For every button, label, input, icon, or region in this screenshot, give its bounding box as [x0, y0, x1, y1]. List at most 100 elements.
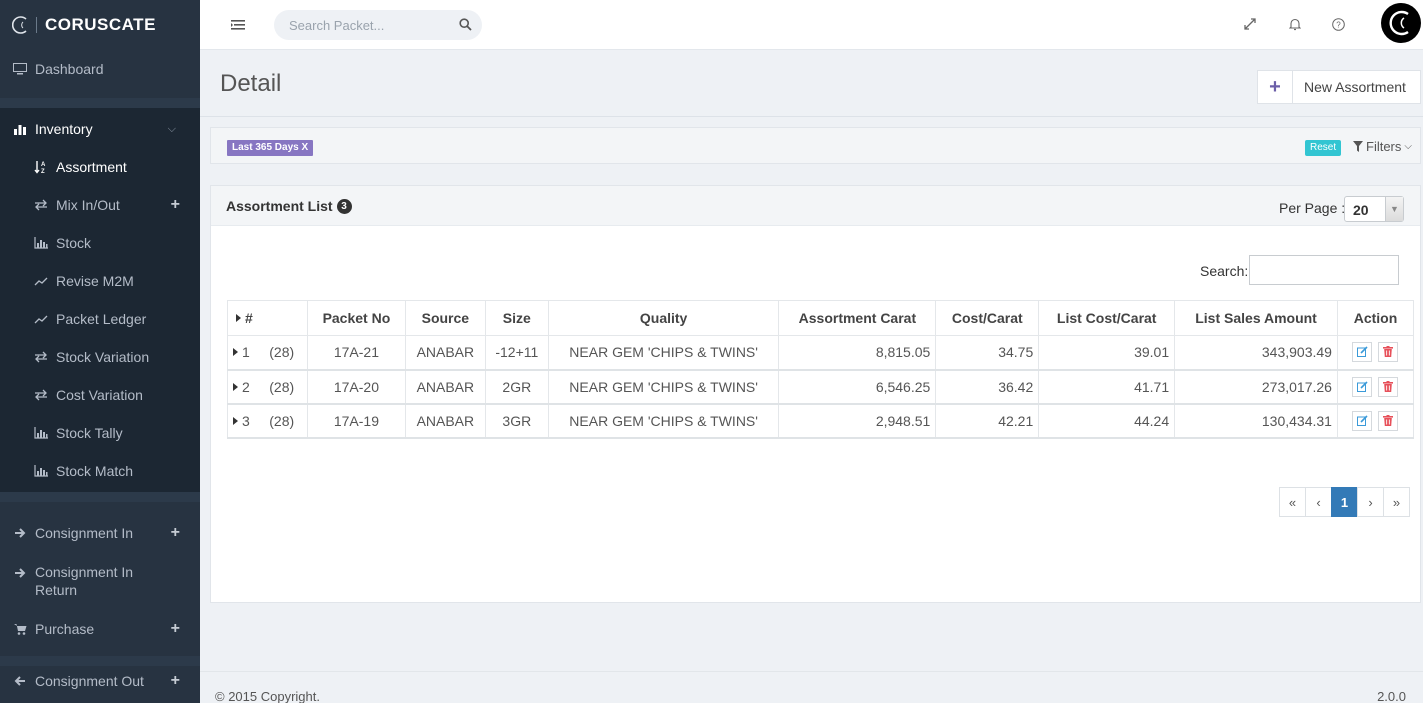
assortment-carat-cell: 8,815.05 — [778, 335, 937, 371]
column-header[interactable]: # — [227, 300, 308, 336]
list-sales-amount-cell: 343,903.49 — [1174, 335, 1338, 371]
sidebar-item-consignment-out[interactable]: Consignment Out + — [0, 670, 200, 692]
search-packet — [274, 10, 482, 40]
table-header-row: # Packet No Source Size Quality Assortment Ca… — [227, 300, 1415, 336]
column-header[interactable]: List Sales Amount — [1174, 300, 1338, 336]
sidebar-item-assortment[interactable]: A Z Assortment — [0, 156, 200, 178]
row-index-cell[interactable]: 3 (28) — [227, 403, 308, 439]
page-1-button[interactable]: 1 — [1331, 487, 1358, 517]
column-header[interactable]: Source — [404, 300, 486, 336]
sidebar-item-label: Assortment — [56, 159, 127, 175]
sidebar-item-cost-variation[interactable]: Cost Variation — [0, 384, 200, 406]
caret-right-icon[interactable] — [233, 382, 238, 391]
sidebar-item-label: Packet Ledger — [56, 311, 147, 327]
source-cell: ANABAR — [404, 369, 486, 405]
brand-name: CORUSCATE — [45, 15, 156, 34]
action-cell — [1336, 369, 1415, 405]
quality-cell: NEAR GEM 'CHIPS & TWINS' — [547, 335, 780, 371]
page-title: Detail — [220, 70, 282, 97]
monitor-icon — [11, 62, 29, 76]
edit-icon — [1356, 413, 1368, 429]
next-page-button[interactable]: › — [1357, 487, 1384, 517]
caret-right-icon[interactable] — [233, 348, 238, 357]
new-assortment-button[interactable]: + New Assortment — [1257, 70, 1421, 104]
list-cost-carat-cell: 41.71 — [1038, 369, 1176, 405]
brand[interactable]: CORUSCATE — [0, 0, 200, 50]
sidebar-item-revise-m2m[interactable]: Revise M2M — [0, 270, 200, 292]
edit-button[interactable] — [1352, 342, 1373, 363]
quality-cell: NEAR GEM 'CHIPS & TWINS' — [547, 403, 780, 439]
label-line-1: Consignment In — [35, 564, 134, 580]
plus-icon[interactable]: + — [171, 672, 180, 690]
sidebar-item-purchase[interactable]: Purchase + — [0, 618, 200, 640]
assortment-carat-cell: 2,948.51 — [778, 403, 937, 439]
reset-button[interactable]: Reset — [1305, 140, 1342, 156]
column-header[interactable]: Cost/Carat — [935, 300, 1040, 336]
plus-icon[interactable]: + — [171, 524, 180, 542]
search-icon[interactable] — [459, 18, 472, 34]
sidebar-item-consignment-in[interactable]: Consignment In + — [0, 522, 200, 544]
exchange-icon — [32, 350, 50, 364]
prev-page-button[interactable]: ‹ — [1305, 487, 1332, 517]
sidebar-item-consignment-in-return[interactable]: Consignment In Return — [0, 563, 200, 601]
filters-dropdown[interactable]: Filters ⌵ — [1353, 139, 1412, 154]
assortment-list-panel: Assortment List 3 Per Page : 20 ▼ Search… — [210, 185, 1421, 603]
edit-button[interactable] — [1352, 410, 1373, 431]
delete-button[interactable] — [1378, 410, 1399, 431]
caret-right-icon[interactable] — [233, 416, 238, 425]
column-header[interactable]: Packet No — [306, 300, 406, 336]
edit-icon — [1356, 344, 1368, 360]
first-page-button[interactable]: « — [1279, 487, 1306, 517]
table-search-input[interactable] — [1249, 255, 1399, 285]
column-header[interactable]: List Cost/Carat — [1038, 300, 1176, 336]
row-index-cell[interactable]: 1 (28) — [227, 335, 308, 371]
table-row[interactable]: 3 (28) 17A-19 ANABAR 3GR NEAR GEM 'CHIPS & T… — [227, 403, 1415, 439]
avatar[interactable] — [1381, 3, 1421, 43]
per-page-select[interactable]: 20 ▼ — [1344, 196, 1404, 222]
column-header[interactable]: Action — [1336, 300, 1415, 336]
sidebar-item-dashboard[interactable]: Dashboard — [0, 58, 200, 80]
sidebar-item-stock[interactable]: Stock — [0, 232, 200, 254]
label-line-2: Return — [35, 582, 78, 598]
sidebar-item-label: Revise M2M — [56, 273, 134, 289]
date-filter-chip[interactable]: Last 365 Days X — [227, 140, 314, 156]
sidebar: CORUSCATE Dashboard Inventory ⌵ A Z Assort… — [0, 0, 200, 703]
assortment-table: # Packet No Source Size Quality Assortment Ca… — [227, 300, 1415, 439]
panel-title-text: Assortment List — [226, 198, 333, 214]
column-header[interactable]: Size — [484, 300, 549, 336]
sidebar-item-label: Consignment Out — [35, 673, 144, 689]
sidebar-divider — [0, 492, 200, 502]
table-row[interactable]: 1 (28) 17A-21 ANABAR -12+11 NEAR GEM 'CHIPS … — [227, 335, 1415, 371]
sidebar-item-label: Inventory — [35, 121, 93, 137]
cost-carat-cell: 42.21 — [935, 403, 1040, 439]
menu-toggle-icon[interactable] — [230, 17, 246, 33]
row-number: 3 — [242, 412, 250, 429]
sidebar-item-packet-ledger[interactable]: Packet Ledger — [0, 308, 200, 330]
column-header[interactable]: Quality — [547, 300, 780, 336]
edit-button[interactable] — [1352, 376, 1373, 397]
table-row[interactable]: 2 (28) 17A-20 ANABAR 2GR NEAR GEM 'CHIPS & T… — [227, 369, 1415, 405]
sidebar-item-mix-in-out[interactable]: Mix In/Out + — [0, 194, 200, 216]
source-cell: ANABAR — [404, 403, 486, 439]
sidebar-item-label: Stock Tally — [56, 425, 123, 441]
per-page-label: Per Page : — [1279, 200, 1346, 216]
bell-icon[interactable] — [1287, 16, 1303, 32]
last-page-button[interactable]: » — [1383, 487, 1410, 517]
sort-alpha-icon: AZ — [32, 160, 50, 174]
sidebar-item-stock-tally[interactable]: Stock Tally — [0, 422, 200, 444]
delete-button[interactable] — [1378, 342, 1399, 363]
plus-icon[interactable]: + — [171, 620, 180, 638]
delete-button[interactable] — [1378, 376, 1399, 397]
help-icon[interactable]: ? — [1330, 16, 1346, 32]
sidebar-item-stock-variation[interactable]: Stock Variation — [0, 346, 200, 368]
plus-icon[interactable]: + — [171, 196, 180, 214]
fullscreen-icon[interactable] — [1242, 16, 1258, 32]
sidebar-item-inventory[interactable]: Inventory ⌵ — [0, 118, 200, 140]
brand-logo-icon — [10, 14, 32, 36]
top-header: ? — [200, 0, 1423, 50]
row-index-cell[interactable]: 2 (28) — [227, 369, 308, 405]
packet-no-cell: 17A-20 — [306, 369, 406, 405]
sidebar-item-stock-match[interactable]: Stock Match — [0, 460, 200, 482]
search-input[interactable] — [274, 10, 439, 40]
column-header[interactable]: Assortment Carat — [778, 300, 937, 336]
